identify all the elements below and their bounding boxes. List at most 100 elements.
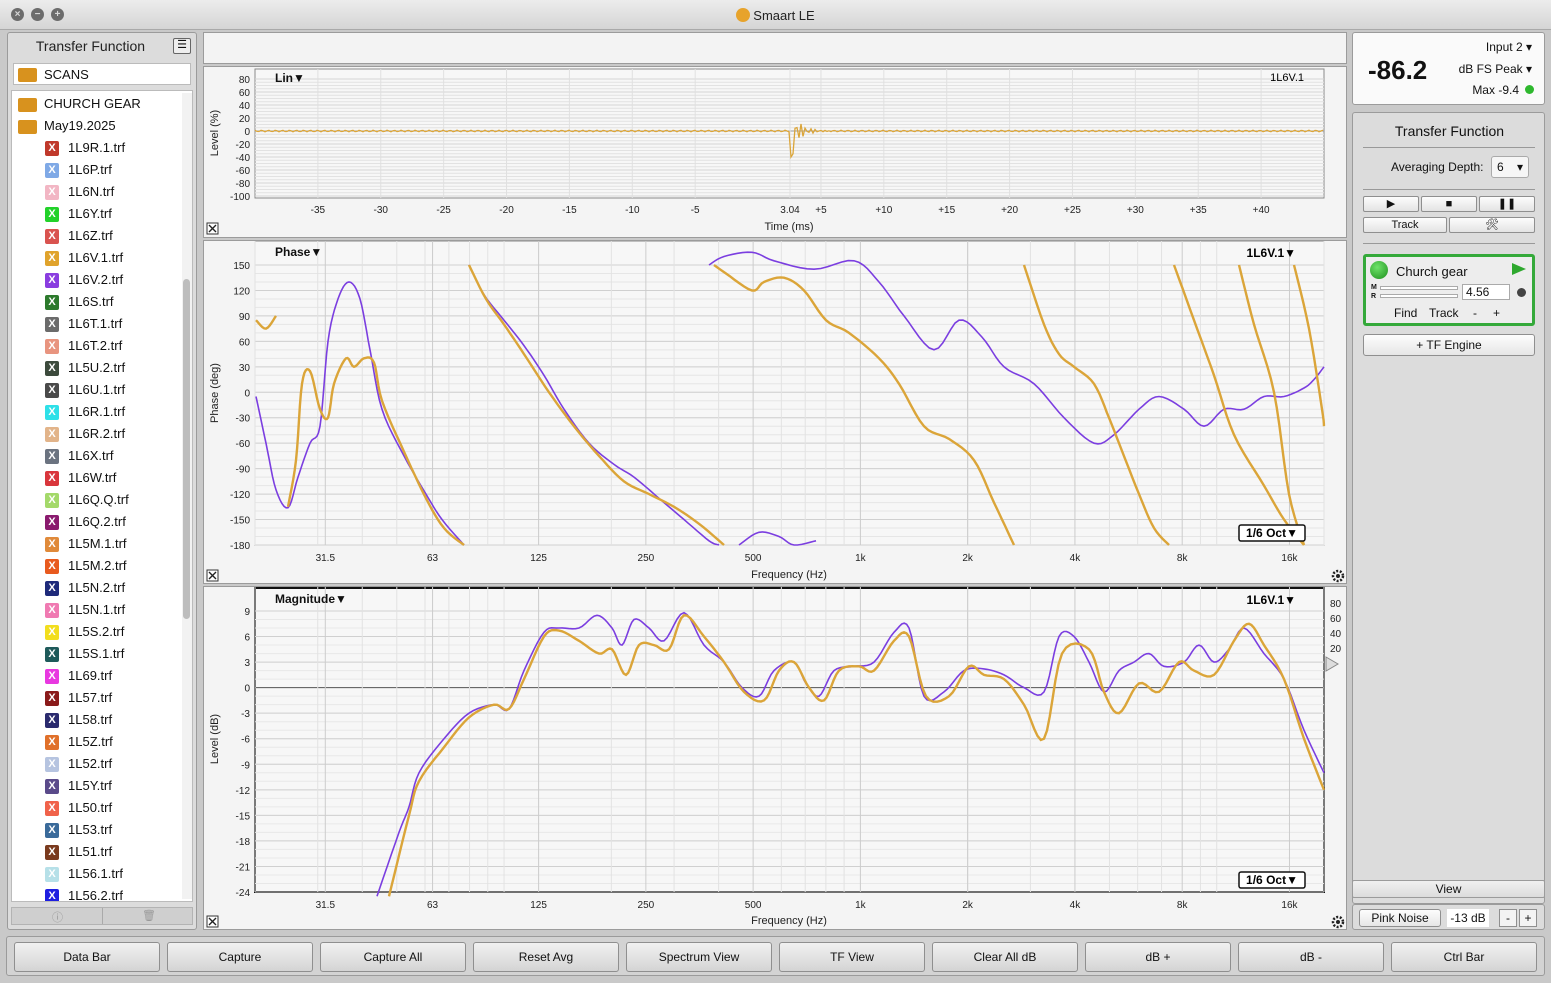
engine-status-led[interactable]	[1370, 261, 1388, 279]
find-delay-button[interactable]: Find	[1394, 306, 1417, 320]
delay-field[interactable]: 4.56	[1462, 284, 1510, 300]
data-bar-button[interactable]: Data Bar	[14, 942, 160, 972]
file-row[interactable]: X 1L5S.2.trf	[12, 621, 182, 643]
file-row[interactable]: X 1L53.trf	[12, 819, 182, 841]
file-row[interactable]: X 1L5Z.trf	[12, 731, 182, 753]
file-row[interactable]: X 1L6P.trf	[12, 159, 182, 181]
file-row[interactable]: X 1L6X.trf	[12, 445, 182, 467]
file-row[interactable]: X 1L6V.2.trf	[12, 269, 182, 291]
file-row[interactable]: X 1L56.2.trf	[12, 885, 182, 901]
file-row[interactable]: X 1L6T.1.trf	[12, 313, 182, 335]
data-bar-menu-button[interactable]: ☰	[173, 38, 191, 54]
trace-file-icon[interactable]: X	[45, 427, 59, 442]
file-row[interactable]: X 1L6T.2.trf	[12, 335, 182, 357]
file-row[interactable]: X 1L6V.1.trf	[12, 247, 182, 269]
trace-file-icon[interactable]: X	[45, 163, 59, 178]
pink-noise-button[interactable]: Pink Noise	[1359, 909, 1441, 927]
averaging-depth-select[interactable]: 6 ▾	[1491, 156, 1529, 178]
file-row[interactable]: X 1L5N.1.trf	[12, 599, 182, 621]
file-row[interactable]: X 1L50.trf	[12, 797, 182, 819]
trace-file-icon[interactable]: X	[45, 361, 59, 376]
capture-button[interactable]: Capture	[167, 942, 313, 972]
file-row[interactable]: X 1L5M.1.trf	[12, 533, 182, 555]
file-row[interactable]: X 1L6Y.trf	[12, 203, 182, 225]
ctrl-bar-button[interactable]: Ctrl Bar	[1391, 942, 1537, 972]
trace-file-icon[interactable]: X	[45, 251, 59, 266]
file-tree-scrollbar[interactable]	[182, 93, 192, 899]
clear-all-db-button[interactable]: Clear All dB	[932, 942, 1078, 972]
delay-record-icon[interactable]	[1517, 288, 1526, 297]
file-row[interactable]: X 1L69.trf	[12, 665, 182, 687]
trace-file-icon[interactable]: X	[45, 559, 59, 574]
engine-play-icon[interactable]	[1512, 263, 1526, 275]
trace-file-icon[interactable]: X	[45, 317, 59, 332]
file-row[interactable]: X 1L57.trf	[12, 687, 182, 709]
file-row[interactable]: X 1L58.trf	[12, 709, 182, 731]
delay-minus-button[interactable]: -	[1473, 306, 1477, 320]
file-row[interactable]: X 1L6U.1.trf	[12, 379, 182, 401]
file-row[interactable]: X 1L56.1.trf	[12, 863, 182, 885]
trace-file-icon[interactable]: X	[45, 581, 59, 596]
capture-all-button[interactable]: Capture All	[320, 942, 466, 972]
track-button[interactable]: Track	[1363, 217, 1447, 233]
file-row[interactable]: X 1L6S.trf	[12, 291, 182, 313]
trace-file-icon[interactable]: X	[45, 669, 59, 684]
plot-title[interactable]: Magnitude▼	[275, 592, 347, 606]
phase-plot[interactable]: 150 120 90 60 30 0 -30 -60 -90 -120 -150 -180 31.5 63…	[203, 240, 1347, 584]
info-icon[interactable]: ⓘ	[52, 909, 63, 925]
trace-file-icon[interactable]: X	[45, 603, 59, 618]
file-row[interactable]: X 1L5M.2.trf	[12, 555, 182, 577]
file-row[interactable]: X 1L52.trf	[12, 753, 182, 775]
magnitude-plot-svg[interactable]: 9630-3-6-9-12-15-18-21-2431.5 63 125 250 500…	[204, 587, 1348, 931]
trace-file-icon[interactable]: X	[45, 625, 59, 640]
trace-file-icon[interactable]: X	[45, 207, 59, 222]
db-minus-button[interactable]: dB -	[1238, 942, 1384, 972]
delay-plus-button[interactable]: +	[1493, 306, 1500, 320]
trace-file-icon[interactable]: X	[45, 383, 59, 398]
gear-icon[interactable]	[1331, 915, 1345, 929]
trace-file-icon[interactable]: X	[45, 515, 59, 530]
view-button[interactable]: View	[1352, 880, 1545, 898]
trace-file-icon[interactable]: X	[45, 823, 59, 838]
play-button[interactable]: ▶	[1363, 196, 1419, 212]
generator-level-down-button[interactable]: -	[1499, 909, 1517, 927]
file-row[interactable]: X 1L6Z.trf	[12, 225, 182, 247]
trace-file-icon[interactable]: X	[45, 801, 59, 816]
trace-file-icon[interactable]: X	[45, 537, 59, 552]
trace-file-icon[interactable]: X	[45, 449, 59, 464]
spectrum-view-button[interactable]: Spectrum View	[626, 942, 772, 972]
plot-area[interactable]	[254, 241, 1325, 546]
reset-avg-button[interactable]: Reset Avg	[473, 942, 619, 972]
trace-file-icon[interactable]: X	[45, 273, 59, 288]
measurement-selector[interactable]: 1L6V.1▼	[1247, 246, 1296, 260]
gear-icon[interactable]	[1331, 569, 1345, 583]
input-selector[interactable]: Input 2 ▾	[1486, 40, 1532, 54]
generator-level-up-button[interactable]: +	[1519, 909, 1537, 927]
trace-file-icon[interactable]: X	[45, 229, 59, 244]
plot-title[interactable]: Lin▼	[275, 71, 305, 85]
scrollbar-thumb[interactable]	[183, 279, 190, 619]
trace-file-icon[interactable]: X	[45, 339, 59, 354]
trace-file-icon[interactable]: X	[45, 295, 59, 310]
folder-row[interactable]: May19.2025	[12, 115, 182, 137]
folder-row[interactable]: CHURCH GEAR	[12, 93, 182, 115]
trace-file-icon[interactable]: X	[45, 471, 59, 486]
trace-file-icon[interactable]: X	[45, 691, 59, 706]
measurement-selector[interactable]: 1L6V.1▼	[1247, 593, 1296, 607]
trace-file-icon[interactable]: X	[45, 141, 59, 156]
close-plot-icon[interactable]	[206, 222, 219, 235]
pause-button[interactable]: ❚❚	[1479, 196, 1535, 212]
meter-mode-selector[interactable]: dB FS Peak ▾	[1459, 62, 1532, 76]
add-tf-engine-button[interactable]: + TF Engine	[1363, 334, 1535, 356]
tools-button[interactable]: 🛠	[1449, 217, 1535, 233]
file-row[interactable]: X 1L9R.1.trf	[12, 137, 182, 159]
close-plot-icon[interactable]	[206, 915, 219, 928]
trace-file-icon[interactable]: X	[45, 779, 59, 794]
file-row[interactable]: X 1L5Y.trf	[12, 775, 182, 797]
trace-file-icon[interactable]: X	[45, 185, 59, 200]
trace-file-icon[interactable]: X	[45, 647, 59, 662]
trace-file-icon[interactable]: X	[45, 713, 59, 728]
phase-plot-svg[interactable]: 150 120 90 60 30 0 -30 -60 -90 -120 -150 -180 31.5 63…	[204, 241, 1348, 585]
track-delay-button[interactable]: Track	[1429, 306, 1459, 320]
close-plot-icon[interactable]	[206, 569, 219, 582]
